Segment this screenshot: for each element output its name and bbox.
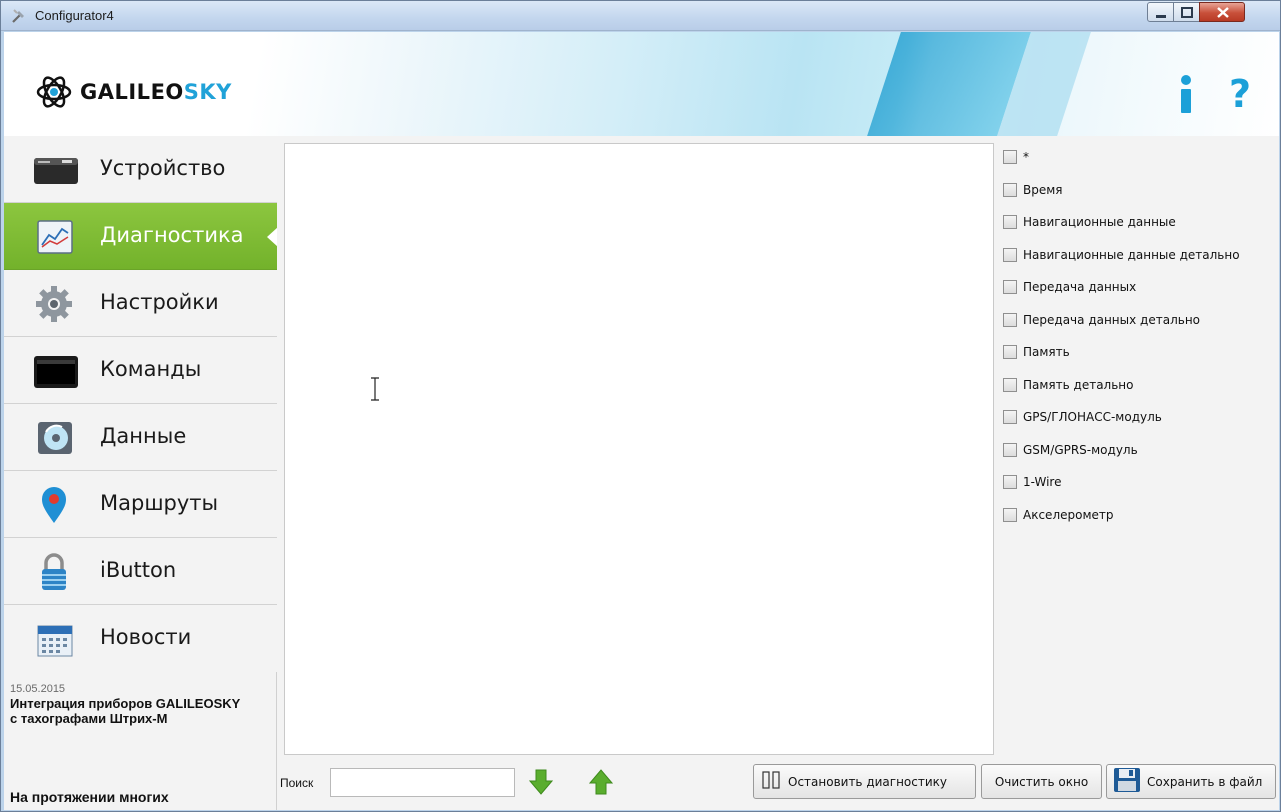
app-window: Configurator4 GALILEOSKY ? Устройство Ди…	[0, 0, 1281, 812]
text-cursor-icon	[369, 377, 381, 401]
sidebar-item-label: Команды	[100, 357, 202, 381]
sidebar-item-label: iButton	[100, 558, 177, 582]
sidebar-item-label: Диагностика	[100, 223, 244, 247]
map-pin-icon	[32, 485, 80, 525]
news-date: 15.05.2015	[10, 683, 66, 695]
chart-icon	[32, 217, 80, 257]
checkbox[interactable]	[1003, 247, 1017, 262]
checkbox[interactable]	[1003, 377, 1017, 392]
sidebar-item-device[interactable]: Устройство	[4, 136, 277, 203]
logo-text-main: GALILEO	[80, 80, 184, 104]
clear-window-button[interactable]: Очистить окно	[981, 764, 1102, 799]
sidebar-item-label: Настройки	[100, 290, 219, 314]
diagnostics-panel: * Время Навигационные данные Навигационн…	[277, 136, 1279, 810]
filter-navigation-detailed[interactable]: Навигационные данные детально	[1003, 246, 1279, 279]
checkbox[interactable]	[1003, 442, 1017, 457]
arrow-up-icon	[588, 769, 614, 795]
clear-window-label: Очистить окно	[994, 774, 1089, 789]
sidebar-item-routes[interactable]: Маршруты	[4, 471, 277, 538]
save-to-file-label: Сохранить в файл	[1147, 774, 1263, 789]
stop-diagnostics-button[interactable]: Остановить диагностику	[753, 764, 976, 799]
filter-data-transfer[interactable]: Передача данных	[1003, 278, 1279, 311]
sidebar-item-label: Новости	[100, 625, 192, 649]
filter-memory-detailed[interactable]: Память детально	[1003, 376, 1279, 409]
filter-all[interactable]: *	[1003, 148, 1279, 181]
filter-time[interactable]: Время	[1003, 181, 1279, 214]
sidebar-item-settings[interactable]: Настройки	[4, 270, 277, 337]
minimize-button[interactable]	[1147, 2, 1174, 22]
floppy-disk-icon	[1113, 767, 1141, 796]
app-tools-icon	[11, 8, 27, 24]
filter-memory[interactable]: Память	[1003, 343, 1279, 376]
checkbox[interactable]	[1003, 475, 1017, 489]
stop-diagnostics-label: Остановить диагностику	[788, 774, 947, 789]
sidebar-item-ibutton[interactable]: iButton	[4, 538, 277, 605]
filter-1wire[interactable]: 1-Wire	[1003, 473, 1279, 506]
search-label: Поиск	[280, 776, 314, 790]
galileosky-logo: GALILEOSKY	[34, 72, 232, 112]
sidebar-item-diagnostics[interactable]: Диагностика	[4, 203, 278, 270]
checkbox[interactable]	[1003, 410, 1017, 424]
log-filter-list: * Время Навигационные данные Навигационн…	[1003, 148, 1279, 538]
filter-gps-glonass[interactable]: GPS/ГЛОНАСС-модуль	[1003, 408, 1279, 441]
sidebar-item-commands[interactable]: Команды	[4, 337, 277, 404]
sidebar-item-label: Маршруты	[100, 491, 219, 515]
filter-data-transfer-detailed[interactable]: Передача данных детально	[1003, 311, 1279, 344]
gear-icon	[32, 284, 80, 324]
title-bar[interactable]: Configurator4	[1, 1, 1280, 31]
save-to-file-button[interactable]: Сохранить в файл	[1106, 764, 1276, 799]
device-icon	[32, 150, 80, 190]
search-input[interactable]	[330, 768, 515, 797]
window-title: Configurator4	[35, 8, 114, 23]
header-banner: GALILEOSKY ?	[4, 32, 1279, 136]
sidebar-item-label: Данные	[100, 424, 187, 448]
disk-icon	[32, 418, 80, 458]
logo-text-accent: SKY	[183, 80, 232, 104]
galileosky-logo-icon	[34, 72, 74, 112]
filter-gsm-gprs[interactable]: GSM/GPRS-модуль	[1003, 441, 1279, 474]
checkbox[interactable]	[1003, 280, 1017, 294]
checkbox[interactable]	[1003, 507, 1017, 522]
pause-icon	[760, 771, 782, 792]
sidebar: Устройство Диагностика Настройки Команды…	[4, 136, 278, 810]
search-previous-button[interactable]	[588, 769, 614, 795]
sidebar-item-news[interactable]: Новости	[4, 605, 277, 672]
lock-icon	[32, 552, 80, 592]
filter-accelerometer[interactable]: Акселерометр	[1003, 506, 1279, 539]
sidebar-item-data[interactable]: Данные	[4, 404, 277, 471]
news-title-link[interactable]: Интеграция приборов GALILEOSKY с тахогра…	[10, 696, 250, 726]
checkbox[interactable]	[1003, 215, 1017, 229]
maximize-button[interactable]	[1173, 2, 1200, 22]
sidebar-item-label: Устройство	[100, 156, 226, 180]
calendar-icon	[32, 619, 80, 659]
close-button[interactable]	[1199, 2, 1245, 22]
diagnostics-log[interactable]	[284, 143, 994, 755]
checkbox[interactable]	[1003, 312, 1017, 327]
help-button[interactable]: ?	[1223, 72, 1257, 116]
checkbox[interactable]	[1003, 182, 1017, 197]
arrow-down-icon	[528, 769, 554, 795]
info-button[interactable]	[1172, 74, 1200, 114]
filter-navigation[interactable]: Навигационные данные	[1003, 213, 1279, 246]
news-teaser: На протяжении многих	[10, 789, 169, 805]
checkbox[interactable]	[1003, 345, 1017, 359]
search-next-button[interactable]	[528, 769, 554, 795]
terminal-icon	[32, 351, 80, 391]
checkbox[interactable]	[1003, 150, 1017, 164]
